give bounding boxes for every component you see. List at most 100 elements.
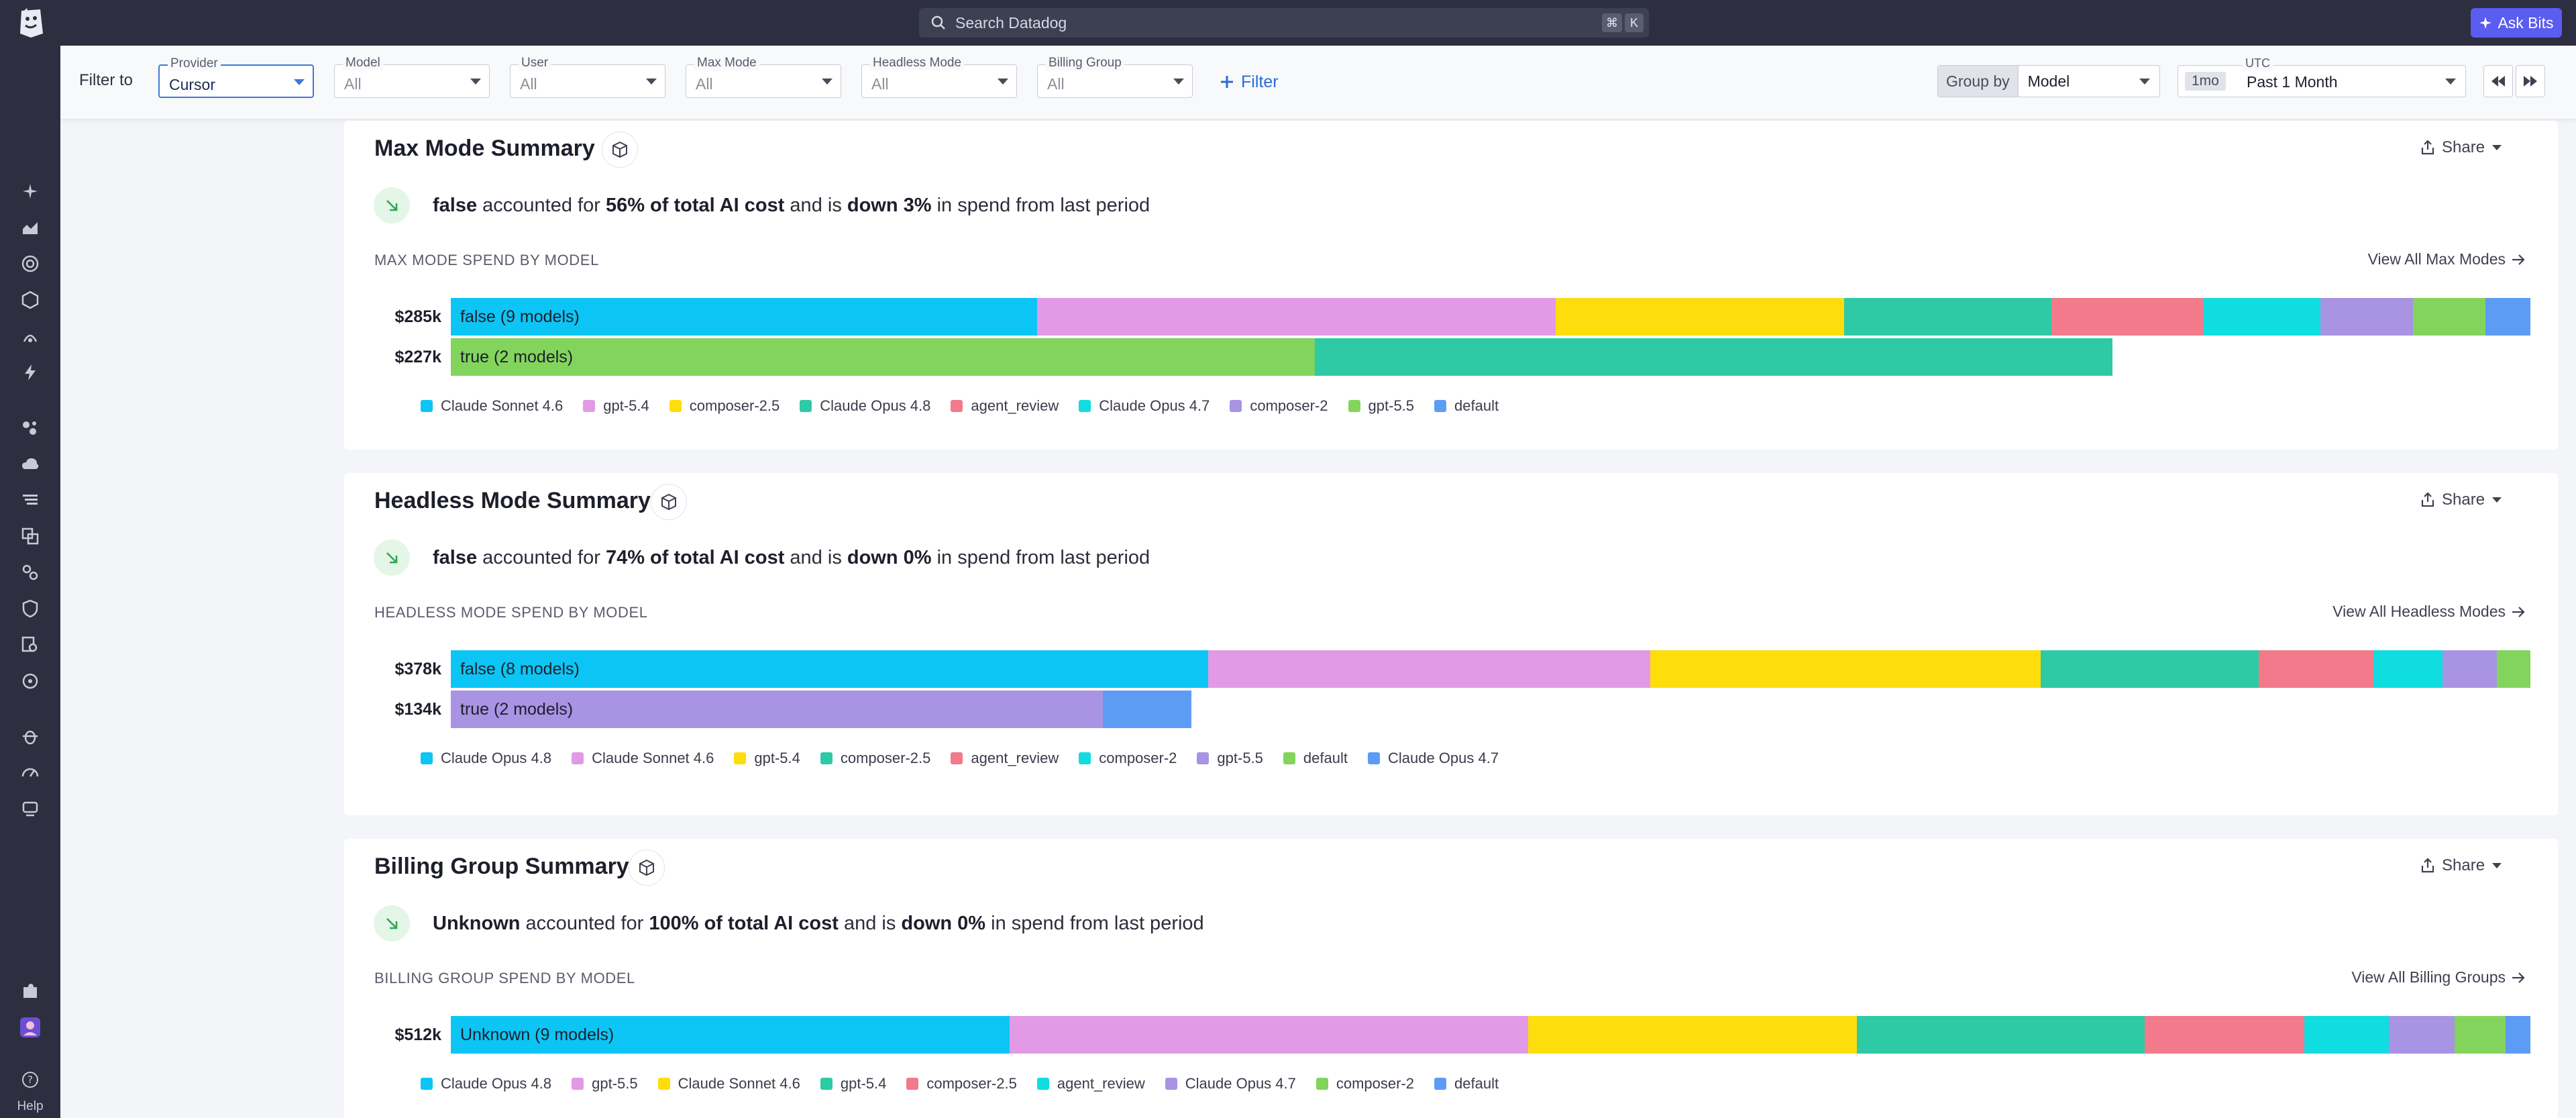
nav-target-icon[interactable] <box>19 252 42 275</box>
legend-item[interactable]: composer-2 <box>1079 750 1177 767</box>
bar-segment[interactable] <box>2389 1016 2455 1054</box>
legend-item[interactable]: composer-2.5 <box>820 750 930 767</box>
cube-icon[interactable] <box>651 484 687 520</box>
bar-segment[interactable] <box>2506 1016 2530 1054</box>
legend-item[interactable]: gpt-5.4 <box>734 750 800 767</box>
view-all-link[interactable]: View All Headless Modes <box>2332 603 2526 621</box>
legend-item[interactable]: default <box>1283 750 1348 767</box>
legend-item[interactable]: Claude Opus 4.8 <box>421 1075 551 1092</box>
legend-item[interactable]: Claude Opus 4.7 <box>1079 397 1210 415</box>
max-mode-select[interactable]: Max Mode All <box>686 56 841 98</box>
legend-item[interactable]: composer-2.5 <box>906 1075 1017 1092</box>
bar-segment[interactable] <box>2485 298 2530 336</box>
legend-item[interactable]: Claude Opus 4.7 <box>1367 750 1499 767</box>
legend-item[interactable]: gpt-5.4 <box>820 1075 886 1092</box>
nav-bug-icon[interactable] <box>19 725 42 748</box>
bar-segment[interactable] <box>1857 1016 2145 1054</box>
bar-segment[interactable] <box>2497 650 2530 688</box>
view-all-link[interactable]: View All Billing Groups <box>2351 968 2526 986</box>
share-button[interactable]: Share <box>2420 138 2502 157</box>
time-back-button[interactable] <box>2483 65 2513 97</box>
legend-item[interactable]: Claude Sonnet 4.6 <box>572 750 714 767</box>
nav-shield-icon[interactable] <box>19 597 42 620</box>
model-select[interactable]: Model All <box>334 56 490 98</box>
bar-segment[interactable] <box>2320 298 2413 336</box>
bar-segment[interactable] <box>1010 1016 1528 1054</box>
bar-segment[interactable] <box>2041 650 2259 688</box>
legend-item[interactable]: Claude Opus 4.8 <box>421 750 551 767</box>
bar-segment[interactable] <box>1315 338 2112 376</box>
legend-item[interactable]: composer-2.5 <box>669 397 780 415</box>
cube-icon[interactable] <box>629 850 665 886</box>
legend-item[interactable]: Claude Sonnet 4.6 <box>421 397 563 415</box>
bar-segment[interactable] <box>2203 298 2320 336</box>
bar-segment[interactable]: Unknown (9 models) <box>451 1016 1010 1054</box>
bar-segment[interactable] <box>1650 650 2041 688</box>
legend-item[interactable]: composer-2 <box>1230 397 1328 415</box>
stacked-bar[interactable]: true (2 models) <box>451 691 2530 728</box>
legend-item[interactable]: Claude Sonnet 4.6 <box>657 1075 800 1092</box>
nav-dashboard-icon[interactable] <box>19 216 42 239</box>
bar-segment[interactable]: false (8 models) <box>451 650 1208 688</box>
add-filter-button[interactable]: Filter <box>1220 67 1279 97</box>
bar-segment[interactable] <box>2051 298 2203 336</box>
headless-mode-select[interactable]: Headless Mode All <box>861 56 1017 98</box>
legend-item[interactable]: gpt-5.4 <box>583 397 649 415</box>
billing-group-select[interactable]: Billing Group All <box>1037 56 1193 98</box>
time-forward-button[interactable] <box>2516 65 2545 97</box>
legend-item[interactable]: agent_review <box>1036 1075 1145 1092</box>
bar-segment[interactable]: true (2 models) <box>451 691 1103 728</box>
nav-refresh-icon[interactable] <box>19 670 42 693</box>
legend-item[interactable]: agent_review <box>951 397 1059 415</box>
nav-nodes-icon[interactable] <box>19 416 42 439</box>
datadog-logo-icon[interactable] <box>13 4 48 42</box>
legend-item[interactable]: composer-2 <box>1316 1075 1414 1092</box>
stacked-bar[interactable]: false (8 models) <box>451 650 2530 688</box>
nav-hexagon-icon[interactable] <box>19 289 42 311</box>
nav-gauge-icon[interactable] <box>19 761 42 784</box>
nav-cloud-icon[interactable] <box>19 452 42 475</box>
bar-segment[interactable] <box>1528 1016 1857 1054</box>
share-button[interactable]: Share <box>2420 856 2502 875</box>
search-bar[interactable]: Search Datadog ⌘ K <box>919 8 1649 38</box>
group-by-select[interactable]: Group by Model <box>1937 65 2160 97</box>
bar-segment[interactable] <box>2413 298 2485 336</box>
nav-link-icon[interactable] <box>19 561 42 584</box>
bar-segment[interactable] <box>2443 650 2497 688</box>
nav-logs-icon[interactable] <box>19 489 42 511</box>
nav-puzzle-icon[interactable] <box>19 980 42 1003</box>
nav-bolt-icon[interactable] <box>19 361 42 384</box>
bar-segment[interactable] <box>2373 650 2443 688</box>
provider-select[interactable]: Provider Cursor <box>158 56 314 98</box>
bar-segment[interactable] <box>1037 298 1556 336</box>
nav-signal-icon[interactable] <box>19 325 42 348</box>
bar-segment[interactable] <box>1844 298 2051 336</box>
stacked-bar[interactable]: true (2 models) <box>451 338 2530 376</box>
bar-segment[interactable]: true (2 models) <box>451 338 1315 376</box>
stacked-bar[interactable]: Unknown (9 models) <box>451 1016 2530 1054</box>
nav-avatar-icon[interactable] <box>19 1016 42 1039</box>
bar-segment[interactable] <box>1556 298 1844 336</box>
cube-icon[interactable] <box>602 132 638 168</box>
bar-segment[interactable] <box>1208 650 1650 688</box>
bar-segment[interactable]: false (9 models) <box>451 298 1037 336</box>
bar-segment[interactable] <box>2304 1016 2389 1054</box>
nav-replay-icon[interactable] <box>19 797 42 820</box>
bar-segment[interactable] <box>2259 650 2373 688</box>
nav-help-icon[interactable]: ? <box>19 1068 42 1091</box>
share-button[interactable]: Share <box>2420 491 2502 509</box>
legend-item[interactable]: Claude Opus 4.8 <box>800 397 930 415</box>
user-select[interactable]: User All <box>510 56 665 98</box>
time-range-select[interactable]: UTC 1mo Past 1 Month <box>2178 56 2466 97</box>
ask-bits-button[interactable]: Ask Bits <box>2471 8 2562 38</box>
legend-item[interactable]: default <box>1434 397 1499 415</box>
legend-item[interactable]: gpt-5.5 <box>1197 750 1263 767</box>
stacked-bar[interactable]: false (9 models) <box>451 298 2530 336</box>
nav-layers-icon[interactable] <box>19 525 42 548</box>
nav-search-doc-icon[interactable] <box>19 633 42 656</box>
legend-item[interactable]: agent_review <box>951 750 1059 767</box>
nav-sparkle-icon[interactable] <box>19 180 42 203</box>
view-all-link[interactable]: View All Max Modes <box>2368 250 2526 268</box>
legend-item[interactable]: default <box>1434 1075 1499 1092</box>
bar-segment[interactable] <box>2455 1016 2506 1054</box>
